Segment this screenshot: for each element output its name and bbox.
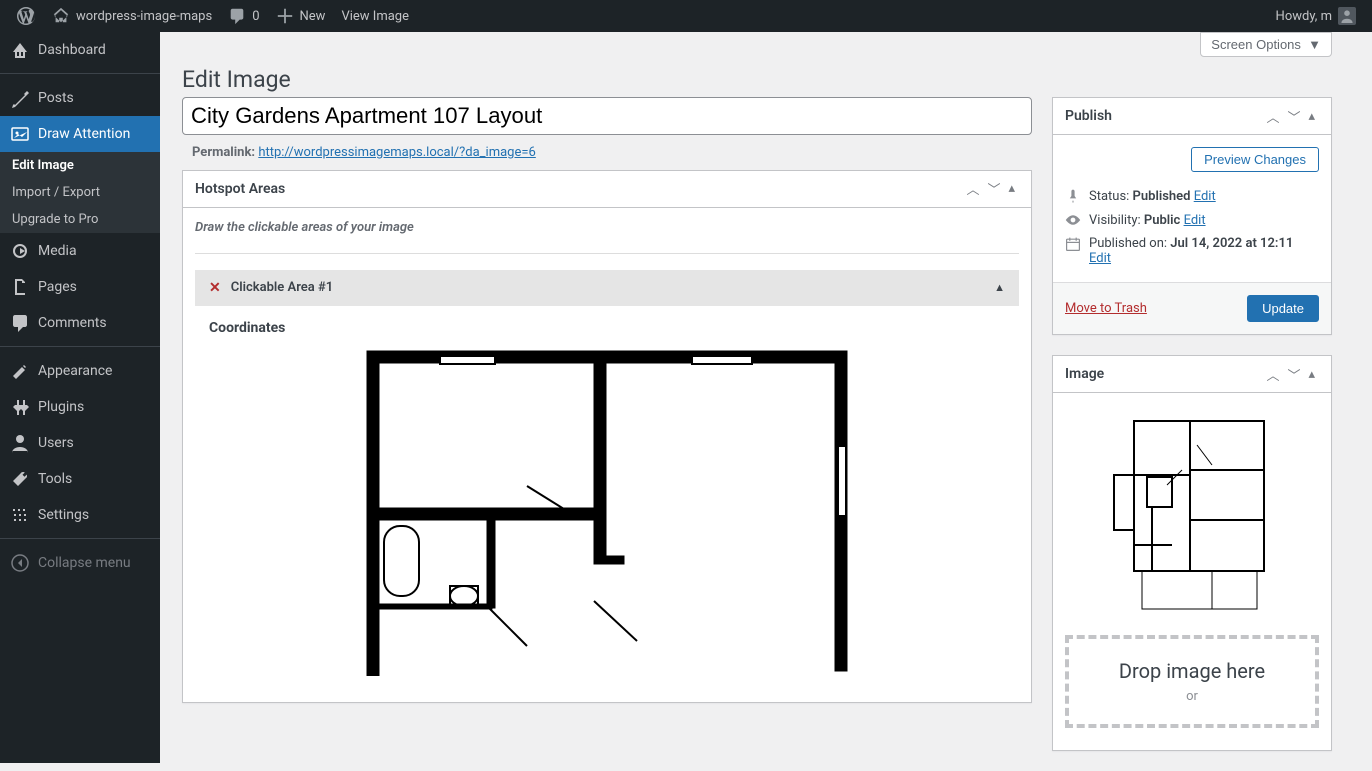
clickable-area-header[interactable]: ✕ Clickable Area #1 ▲ — [195, 270, 1019, 306]
coordinates-label: Coordinates — [209, 320, 1005, 336]
sidebar-item-draw-attention[interactable]: Draw Attention — [0, 116, 160, 152]
hotspot-areas-box: Hotspot Areas ︿ ﹀ ▴ Draw the clickable a… — [182, 170, 1032, 703]
submenu: Edit Image Import / Export Upgrade to Pr… — [0, 152, 160, 233]
edit-date-link[interactable]: Edit — [1089, 251, 1111, 266]
floorplan-image[interactable] — [362, 346, 852, 676]
sidebar-item-collapse[interactable]: Collapse menu — [0, 545, 160, 581]
title-input[interactable] — [182, 97, 1032, 135]
sidebar-item-settings[interactable]: Settings — [0, 497, 160, 533]
publish-box: Publish ︿ ﹀ ▴ Preview Changes Status: Pu… — [1052, 97, 1332, 335]
chevron-up-icon[interactable]: ︿ — [1262, 361, 1283, 388]
preview-changes-button[interactable]: Preview Changes — [1191, 147, 1319, 172]
view-image-link[interactable]: View Image — [333, 0, 417, 32]
image-thumbnail[interactable] — [1112, 415, 1272, 615]
admin-bar: wordpress-image-maps 0 New View Image Ho… — [0, 0, 1372, 32]
sidebar-item-tools[interactable]: Tools — [0, 461, 160, 497]
sidebar-item-comments[interactable]: Comments — [0, 305, 160, 341]
admin-sidebar: Dashboard Posts Draw Attention Edit Imag… — [0, 32, 160, 763]
new-label: New — [300, 9, 326, 24]
sidebar-item-dashboard[interactable]: Dashboard — [0, 32, 160, 68]
howdy-link[interactable]: Howdy, m — [1268, 0, 1364, 32]
image-box-title: Image — [1065, 356, 1262, 392]
sidebar-item-users[interactable]: Users — [0, 425, 160, 461]
publish-title: Publish — [1065, 98, 1262, 134]
site-name-label: wordpress-image-maps — [76, 9, 212, 24]
chevron-up-icon[interactable]: ︿ — [1262, 103, 1283, 130]
screen-options-toggle[interactable]: Screen Options ▼ — [1200, 32, 1332, 57]
permalink-link[interactable]: http://wordpressimagemaps.local/?da_imag… — [258, 145, 536, 160]
caret-up-icon[interactable]: ▴ — [1004, 177, 1019, 200]
chevron-down-icon[interactable]: ﹀ — [1283, 103, 1304, 130]
wp-logo[interactable] — [8, 0, 44, 32]
pin-icon — [1065, 188, 1081, 204]
submenu-import-export[interactable]: Import / Export — [0, 179, 160, 206]
sidebar-item-plugins[interactable]: Plugins — [0, 389, 160, 425]
page-title: Edit Image — [182, 57, 1332, 97]
caret-up-icon[interactable]: ▴ — [1304, 105, 1319, 128]
chevron-up-icon[interactable]: ︿ — [962, 175, 983, 202]
edit-visibility-link[interactable]: Edit — [1184, 213, 1206, 228]
image-dropzone[interactable]: Drop image here or — [1065, 635, 1319, 728]
new-link[interactable]: New — [268, 0, 334, 32]
update-button[interactable]: Update — [1247, 295, 1319, 322]
permalink: Permalink: http://wordpressimagemaps.loc… — [182, 135, 1032, 170]
image-box: Image ︿ ﹀ ▴ — [1052, 355, 1332, 751]
calendar-icon — [1065, 236, 1081, 252]
chevron-down-icon[interactable]: ﹀ — [1283, 361, 1304, 388]
dropzone-label: Drop image here — [1089, 659, 1295, 683]
area-title: Clickable Area #1 — [231, 280, 333, 295]
site-link[interactable]: wordpress-image-maps — [44, 0, 220, 32]
chevron-down-icon[interactable]: ﹀ — [983, 175, 1004, 202]
caret-up-icon[interactable]: ▴ — [1304, 363, 1319, 386]
move-to-trash-link[interactable]: Move to Trash — [1065, 301, 1147, 316]
sidebar-item-posts[interactable]: Posts — [0, 80, 160, 116]
triangle-up-icon[interactable]: ▲ — [994, 281, 1005, 294]
dropzone-or: or — [1089, 689, 1295, 704]
eye-icon — [1065, 212, 1081, 228]
sidebar-item-pages[interactable]: Pages — [0, 269, 160, 305]
submenu-edit-image[interactable]: Edit Image — [0, 152, 160, 179]
hotspot-hint: Draw the clickable areas of your image — [195, 220, 1019, 235]
comments-link[interactable]: 0 — [220, 0, 267, 32]
hotspot-title: Hotspot Areas — [195, 171, 962, 207]
submenu-upgrade[interactable]: Upgrade to Pro — [0, 206, 160, 233]
remove-area-icon[interactable]: ✕ — [209, 280, 221, 296]
comments-count: 0 — [252, 9, 259, 24]
sidebar-item-media[interactable]: Media — [0, 233, 160, 269]
sidebar-item-appearance[interactable]: Appearance — [0, 353, 160, 389]
edit-status-link[interactable]: Edit — [1194, 189, 1216, 204]
avatar-icon — [1338, 7, 1356, 25]
